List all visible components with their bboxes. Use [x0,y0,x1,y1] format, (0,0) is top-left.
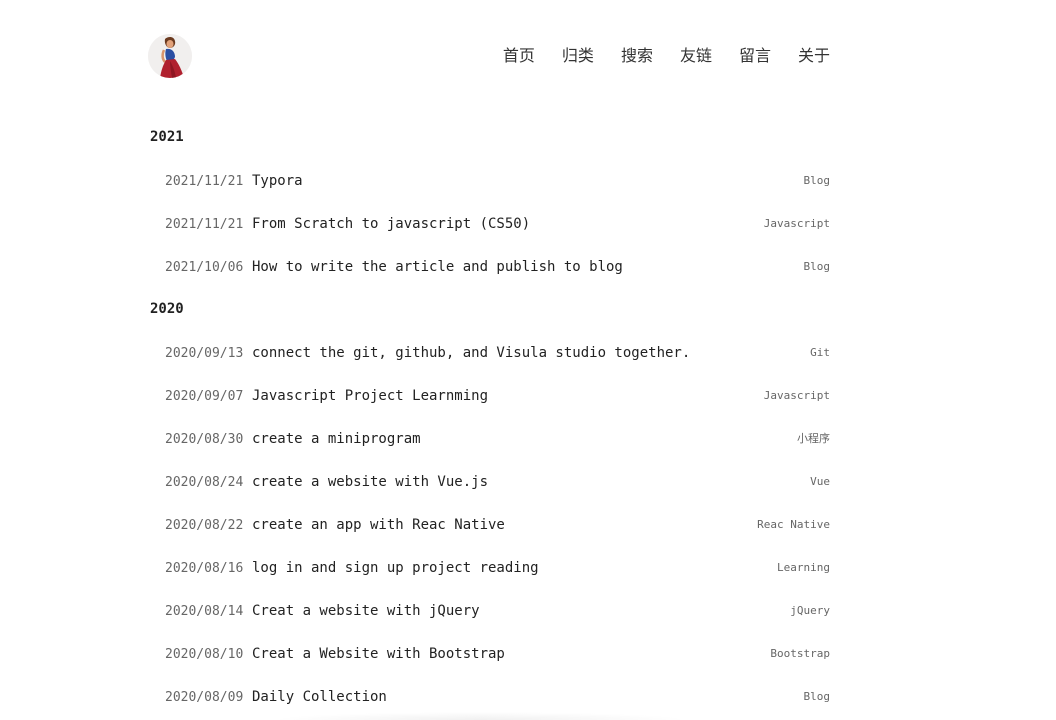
archive-year-heading: 2021 [150,129,184,145]
post-title-link[interactable]: Daily Collection [252,689,387,705]
post-title-link[interactable]: log in and sign up project reading [252,560,539,576]
post-title-link[interactable]: Javascript Project Learnming [252,388,488,404]
post-list-item: 2020/08/30 create a miniprogram 小程序 [150,423,830,466]
post-category-tag[interactable]: Blog [804,166,831,196]
post-title-link[interactable]: Creat a website with jQuery [252,603,480,619]
post-date: 2020/08/09 [165,690,244,705]
post-category-tag[interactable]: jQuery [790,596,830,626]
post-title-link[interactable]: create a website with Vue.js [252,474,488,490]
post-title-link[interactable]: connect the git, github, and Visula stud… [252,345,690,361]
post-list-item: 2020/08/10 Creat a Website with Bootstrap… [150,638,830,681]
post-list-item: 2020/08/14 Creat a website with jQuery jQu… [150,595,830,638]
post-category-tag[interactable]: Learning [777,553,830,583]
post-category-tag[interactable]: Javascript [764,381,830,411]
post-title-link[interactable]: Typora [252,173,303,189]
post-title-link[interactable]: Creat a Website with Bootstrap [252,646,505,662]
post-list-item: 2020/08/16 log in and sign up project rea… [150,552,830,595]
post-category-tag[interactable]: Javascript [764,209,830,239]
post-category-tag[interactable]: Vue [810,467,830,497]
nav-categories[interactable]: 归类 [562,44,594,68]
post-archive: 2021 2021/11/21 Typora Blog 2021/11/21 From S… [150,122,830,720]
post-list-item: 2021/11/21 Typora Blog [150,165,830,208]
post-category-tag[interactable]: 小程序 [797,424,830,454]
post-title-link[interactable]: How to write the article and publish to … [252,259,623,275]
nav-home[interactable]: 首页 [503,44,535,68]
bottom-shadow [270,712,690,720]
post-category-tag[interactable]: Blog [804,682,831,712]
post-category-tag[interactable]: Reac Native [757,510,830,540]
post-date: 2020/08/24 [165,475,244,490]
nav-guestbook[interactable]: 留言 [739,44,771,68]
post-date: 2020/09/13 [165,346,244,361]
post-date: 2020/08/14 [165,604,244,619]
post-date: 2020/08/16 [165,561,244,576]
post-date: 2020/08/22 [165,518,244,533]
post-date: 2020/09/07 [165,389,244,404]
main-nav: 首页 归类 搜索 友链 留言 关于 [476,44,830,68]
post-title-link[interactable]: create a miniprogram [252,431,421,447]
site-header: 首页 归类 搜索 友链 留言 关于 [148,34,830,78]
nav-about[interactable]: 关于 [798,44,830,68]
post-list-item: 2020/08/24 create a website with Vue.js Vu… [150,466,830,509]
post-date: 2021/10/06 [165,260,244,275]
post-date: 2021/11/21 [165,217,244,232]
post-category-tag[interactable]: Git [810,338,830,368]
post-date: 2020/08/10 [165,647,244,662]
post-list-item: 2020/08/22 create an app with Reac Native… [150,509,830,552]
post-category-tag[interactable]: Bootstrap [770,639,830,669]
nav-friend-links[interactable]: 友链 [680,44,712,68]
avatar[interactable] [148,34,192,78]
post-list-item: 2021/10/06 How to write the article and p… [150,251,830,294]
post-title-link[interactable]: create an app with Reac Native [252,517,505,533]
post-date: 2020/08/30 [165,432,244,447]
post-list-item: 2021/11/21 From Scratch to javascript (CS… [150,208,830,251]
archive-year-heading: 2020 [150,301,184,317]
post-list-item: 2020/09/07 Javascript Project Learnming Ja… [150,380,830,423]
post-list-item: 2020/09/13 connect the git, github, and V… [150,337,830,380]
post-date: 2021/11/21 [165,174,244,189]
nav-search[interactable]: 搜索 [621,44,653,68]
avatar-image [148,34,192,78]
post-title-link[interactable]: From Scratch to javascript (CS50) [252,216,530,232]
post-category-tag[interactable]: Blog [804,252,831,282]
